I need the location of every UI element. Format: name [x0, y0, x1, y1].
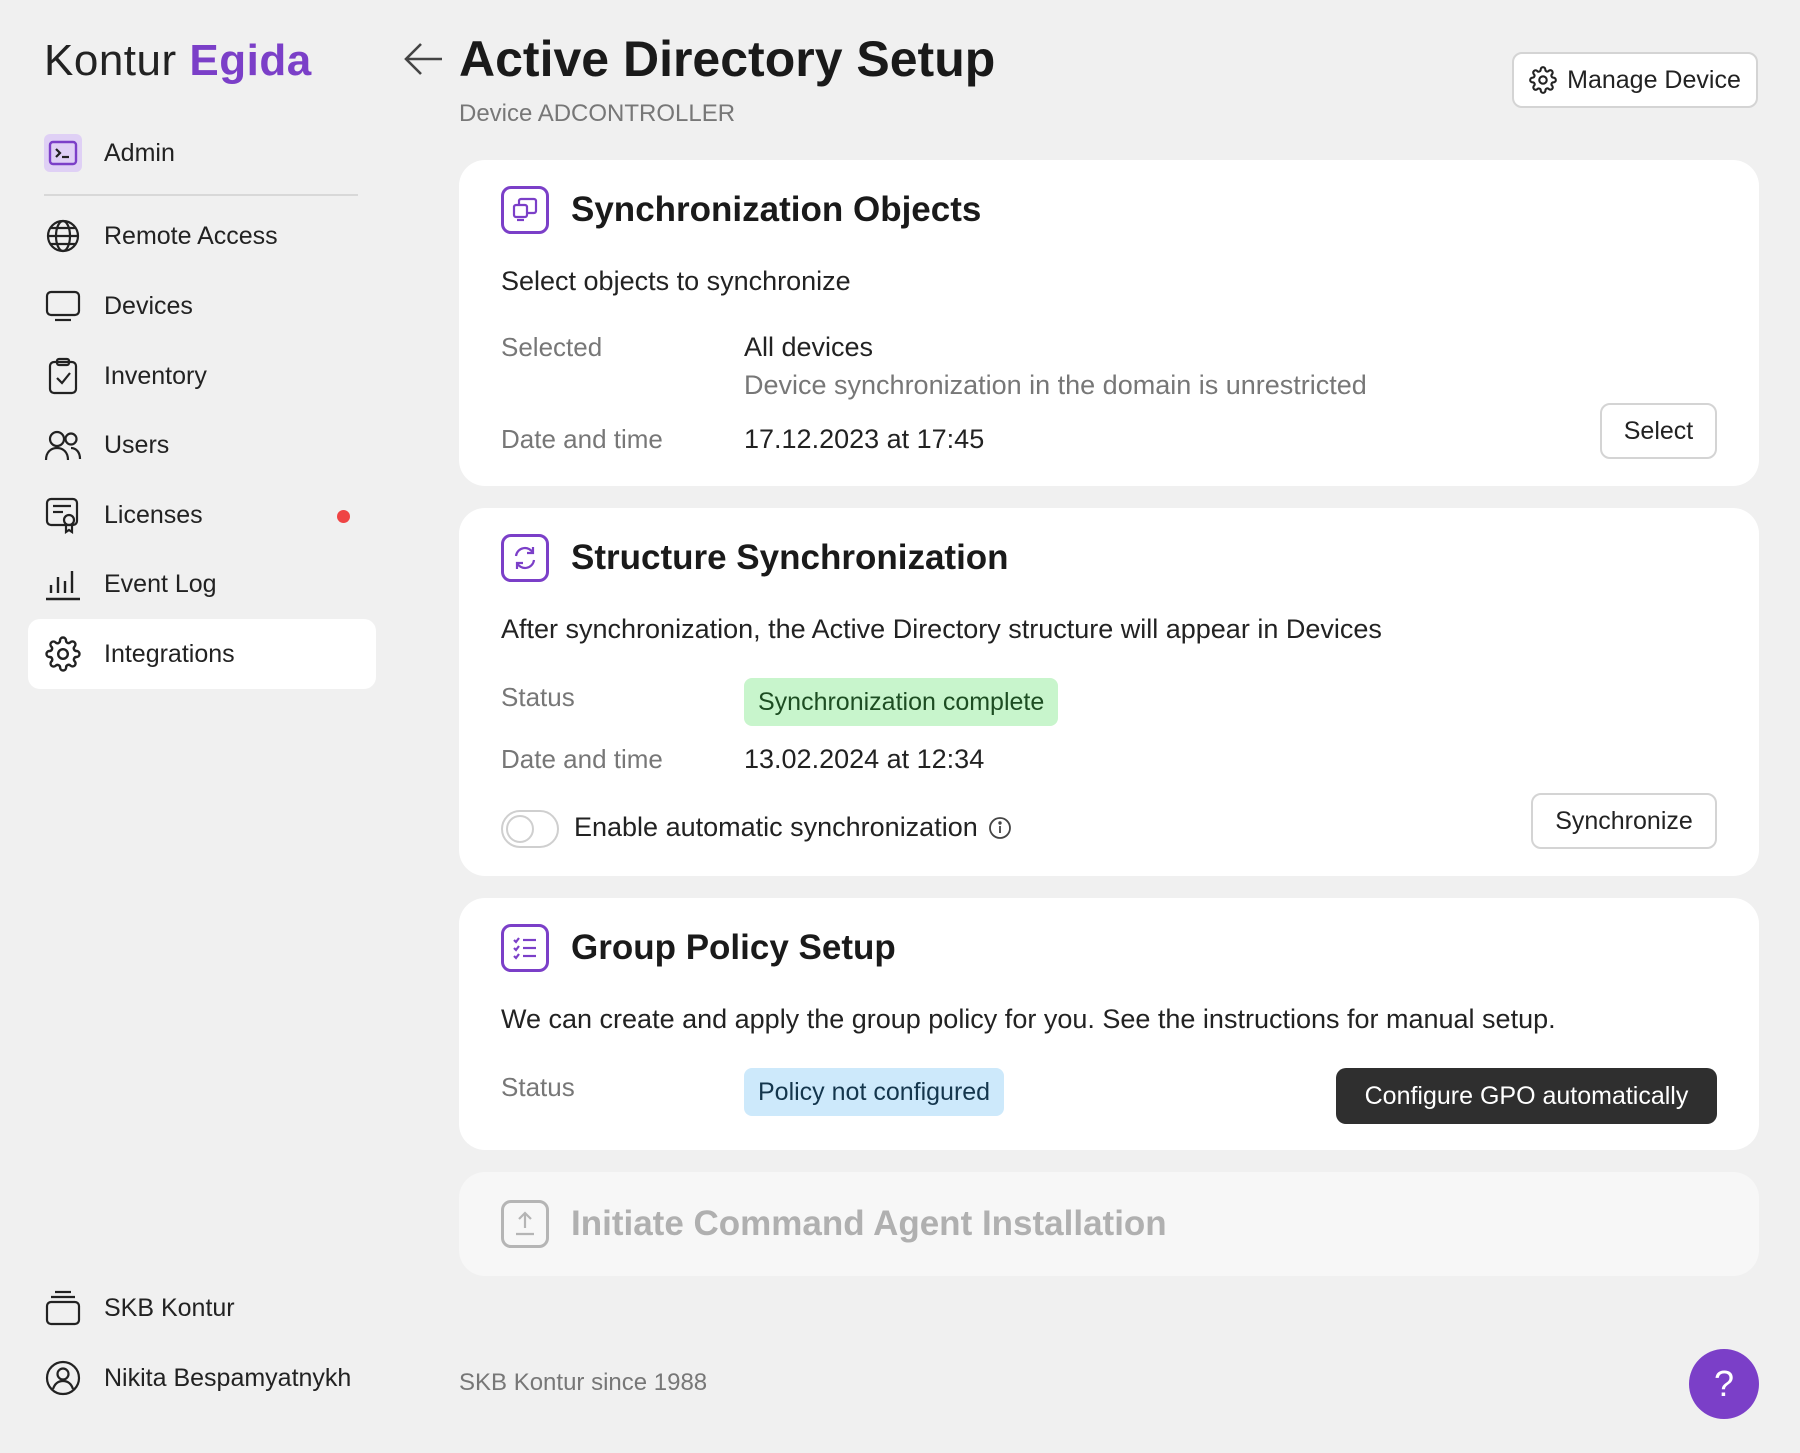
- globe-icon: [44, 217, 82, 255]
- sidebar-item-label: Devices: [104, 291, 193, 320]
- configure-gpo-button[interactable]: Configure GPO automatically: [1336, 1068, 1717, 1124]
- card-title: Group Policy Setup: [571, 928, 896, 967]
- clipboard-check-icon: [44, 357, 82, 395]
- selected-value: All devices: [744, 332, 874, 362]
- auto-sync-toggle-label: Enable automatic synchronization: [574, 812, 1012, 843]
- datetime-label: Date and time: [501, 424, 663, 454]
- status-label: Status: [501, 1072, 575, 1102]
- gear-icon: [44, 635, 82, 673]
- footer-text: SKB Kontur since 1988: [459, 1369, 708, 1396]
- sidebar-item-admin[interactable]: Admin: [28, 118, 376, 188]
- card-description: After synchronization, the Active Direct…: [501, 614, 1382, 644]
- sidebar-item-users[interactable]: Users: [28, 410, 376, 480]
- sidebar-item-integrations[interactable]: Integrations: [28, 619, 376, 689]
- card-header: Structure Synchronization: [501, 534, 1009, 582]
- notification-dot: [337, 510, 350, 523]
- back-arrow-icon[interactable]: [402, 40, 444, 78]
- card-title: Initiate Command Agent Installation: [571, 1204, 1167, 1243]
- sidebar-item-label: Users: [104, 430, 170, 459]
- sidebar-item-organization[interactable]: SKB Kontur: [28, 1273, 376, 1343]
- sidebar-item-label: Integrations: [104, 639, 235, 668]
- agent-install-card: Initiate Command Agent Installation: [459, 1172, 1759, 1276]
- selected-note: Device synchronization in the domain is …: [744, 370, 1367, 400]
- sidebar-divider: [44, 194, 358, 196]
- page-subtitle: Device ADCONTROLLER: [459, 100, 736, 127]
- sidebar-item-label: Admin: [104, 138, 175, 167]
- card-header: Group Policy Setup: [501, 924, 896, 972]
- card-title: Structure Synchronization: [571, 538, 1009, 577]
- card-description: Select objects to synchronize: [501, 266, 851, 296]
- status-label: Status: [501, 682, 575, 712]
- terminal-icon: [44, 134, 82, 172]
- gear-icon: [1529, 66, 1557, 94]
- datetime-label: Date and time: [501, 744, 663, 774]
- sidebar-item-label: Remote Access: [104, 221, 278, 250]
- sidebar-item-label: SKB Kontur: [104, 1293, 235, 1322]
- monitor-icon: [44, 287, 82, 325]
- sidebar: Kontur Egida Admin Remote Access Devices…: [0, 0, 390, 1453]
- sidebar-item-label: Inventory: [104, 361, 207, 390]
- user-circle-icon: [44, 1359, 82, 1397]
- sync-objects-card: Synchronization Objects Select objects t…: [459, 160, 1759, 486]
- manage-device-label: Manage Device: [1567, 65, 1741, 94]
- page-title: Active Directory Setup: [459, 31, 996, 87]
- auto-sync-toggle[interactable]: [501, 810, 559, 848]
- help-button[interactable]: ?: [1689, 1349, 1759, 1419]
- sidebar-item-event-log[interactable]: Event Log: [28, 549, 376, 619]
- devices-sync-icon: [501, 186, 549, 234]
- selected-label: Selected: [501, 332, 603, 362]
- group-policy-card: Group Policy Setup We can create and app…: [459, 898, 1759, 1150]
- select-button[interactable]: Select: [1600, 403, 1717, 459]
- sidebar-item-remote-access[interactable]: Remote Access: [28, 201, 376, 271]
- card-title: Synchronization Objects: [571, 190, 982, 229]
- sidebar-item-label: Event Log: [104, 569, 217, 598]
- app-logo[interactable]: Kontur Egida: [44, 36, 312, 86]
- status-badge: Policy not configured: [744, 1068, 1005, 1116]
- card-header: Synchronization Objects: [501, 186, 981, 234]
- sidebar-item-licenses[interactable]: Licenses: [28, 480, 376, 550]
- structure-sync-card: Structure Synchronization After synchron…: [459, 508, 1759, 876]
- datetime-value: 13.02.2024 at 12:34: [744, 744, 985, 774]
- manage-device-button[interactable]: Manage Device: [1512, 52, 1758, 108]
- stack-icon: [44, 1289, 82, 1327]
- sync-icon: [501, 534, 549, 582]
- sidebar-item-label: Licenses: [104, 500, 203, 529]
- sidebar-item-label: Nikita Bespamyatnykh: [104, 1363, 352, 1392]
- auto-sync-label-text: Enable automatic synchronization: [574, 812, 978, 842]
- sidebar-item-profile[interactable]: Nikita Bespamyatnykh: [28, 1343, 376, 1413]
- card-header: Initiate Command Agent Installation: [501, 1200, 1167, 1248]
- bar-chart-icon: [44, 565, 82, 603]
- users-icon: [44, 426, 82, 464]
- upload-icon: [501, 1200, 549, 1248]
- status-badge: Synchronization complete: [744, 678, 1059, 726]
- certificate-icon: [44, 496, 82, 534]
- synchronize-button[interactable]: Synchronize: [1531, 793, 1717, 849]
- sidebar-item-devices[interactable]: Devices: [28, 271, 376, 341]
- toggle-knob: [506, 815, 534, 843]
- checklist-icon: [501, 924, 549, 972]
- card-description: We can create and apply the group policy…: [501, 1004, 1556, 1034]
- datetime-value: 17.12.2023 at 17:45: [744, 424, 985, 454]
- info-icon[interactable]: [988, 816, 1012, 840]
- sidebar-item-inventory[interactable]: Inventory: [28, 341, 376, 411]
